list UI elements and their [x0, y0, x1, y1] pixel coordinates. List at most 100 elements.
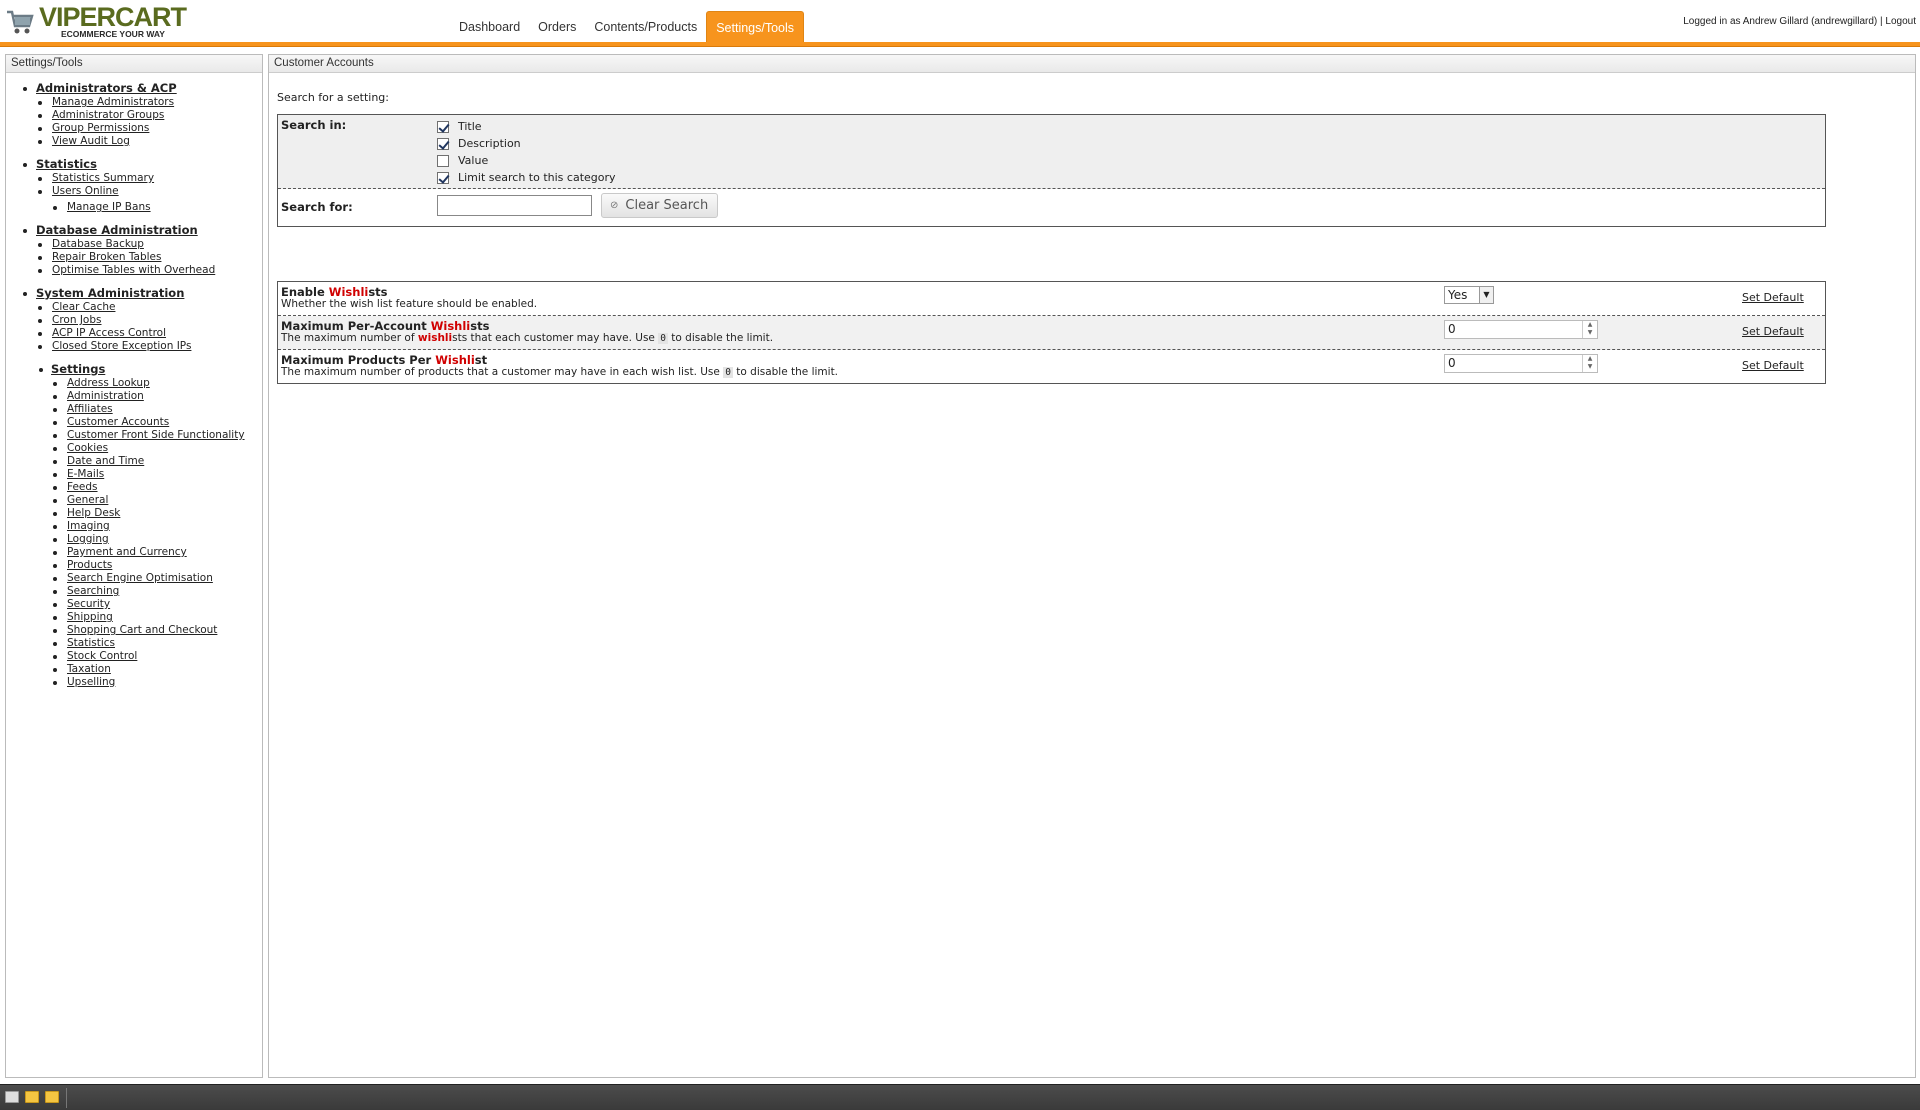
- checkbox-limit-category[interactable]: [437, 171, 449, 184]
- nav-contents-products[interactable]: Contents/Products: [585, 11, 706, 42]
- sidebar-panel: Settings/Tools Administrators & ACP Mana…: [5, 54, 263, 1078]
- settings-item-help-desk[interactable]: Help Desk: [6, 507, 262, 520]
- tree-item-database-backup[interactable]: Database Backup: [6, 238, 262, 251]
- grid-icon[interactable]: [5, 1091, 19, 1103]
- logged-in-as-text: Logged in as Andrew Gillard (andrewgilla…: [1683, 16, 1878, 27]
- search-prompt: Search for a setting:: [277, 91, 389, 104]
- settings-tree: Administrators & ACP Manage Administrato…: [6, 73, 262, 689]
- enable-wishlists-select[interactable]: Yes ▼: [1444, 286, 1494, 304]
- settings-category-list: Address Lookup Administration Affiliates…: [6, 377, 262, 689]
- option-limit-category-label: Limit search to this category: [458, 171, 616, 184]
- checkbox-description[interactable]: [437, 137, 449, 150]
- set-default-link[interactable]: Set Default: [1742, 359, 1804, 372]
- settings-item-logging[interactable]: Logging: [6, 533, 262, 546]
- folder-icon[interactable]: [25, 1091, 39, 1103]
- tree-section-settings: Settings Address Lookup Administration A…: [6, 362, 262, 689]
- folder-icon[interactable]: [45, 1091, 59, 1103]
- nav-settings-tools[interactable]: Settings/Tools: [706, 11, 805, 42]
- settings-item-taxation[interactable]: Taxation: [6, 663, 262, 676]
- settings-item-customer-front-side[interactable]: Customer Front Side Functionality: [6, 429, 262, 442]
- dropdown-arrow-icon[interactable]: ▼: [1479, 287, 1493, 303]
- vipercart-logo[interactable]: VIPERCART ECOMMERCE YOUR WAY: [5, 2, 195, 40]
- tree-item-view-audit-log[interactable]: View Audit Log: [6, 135, 262, 148]
- settings-item-stock-control[interactable]: Stock Control: [6, 650, 262, 663]
- option-title[interactable]: Title: [437, 118, 616, 135]
- option-limit-category[interactable]: Limit search to this category: [437, 169, 616, 186]
- tree-section-statistics: Statistics Statistics Summary Users Onli…: [6, 157, 262, 214]
- setting-description: The maximum number of products that a cu…: [281, 366, 839, 378]
- search-for-label: Search for:: [281, 200, 353, 214]
- search-input[interactable]: [437, 195, 592, 216]
- search-in-label: Search in:: [281, 118, 347, 132]
- setting-description: The maximum number of wishlists that eac…: [281, 332, 774, 344]
- settings-item-searching[interactable]: Searching: [6, 585, 262, 598]
- settings-item-address-lookup[interactable]: Address Lookup: [6, 377, 262, 390]
- tree-heading-settings[interactable]: Settings: [6, 362, 262, 377]
- settings-item-date-and-time[interactable]: Date and Time: [6, 455, 262, 468]
- max-products-input[interactable]: 0 ▲ ▼: [1444, 354, 1598, 373]
- tree-item-acp-ip-access-control[interactable]: ACP IP Access Control: [6, 327, 262, 340]
- option-description[interactable]: Description: [437, 135, 616, 152]
- nav-dashboard[interactable]: Dashboard: [450, 11, 529, 42]
- option-value-label: Value: [458, 154, 489, 167]
- checkbox-title[interactable]: [437, 120, 449, 133]
- tree-heading-system-administration[interactable]: System Administration: [6, 286, 262, 301]
- tree-item-closed-store-exception-ips[interactable]: Closed Store Exception IPs: [6, 340, 262, 353]
- nav-orders[interactable]: Orders: [529, 11, 585, 42]
- select-value: Yes: [1448, 288, 1468, 302]
- tree-heading-statistics[interactable]: Statistics: [6, 157, 262, 172]
- settings-item-upselling[interactable]: Upselling: [6, 676, 262, 689]
- tree-heading-database-administration[interactable]: Database Administration: [6, 223, 262, 238]
- option-value[interactable]: Value: [437, 152, 616, 169]
- code-zero: 0: [723, 367, 733, 378]
- set-default-link[interactable]: Set Default: [1742, 291, 1804, 304]
- tree-item-group-permissions[interactable]: Group Permissions: [6, 122, 262, 135]
- settings-item-shipping[interactable]: Shipping: [6, 611, 262, 624]
- page-title: Customer Accounts: [269, 55, 1915, 73]
- tree-item-administrator-groups[interactable]: Administrator Groups: [6, 109, 262, 122]
- max-wishlists-input[interactable]: 0 ▲ ▼: [1444, 320, 1598, 339]
- tree-heading-administrators[interactable]: Administrators & ACP: [6, 81, 262, 96]
- tree-item-manage-administrators[interactable]: Manage Administrators: [6, 96, 262, 109]
- login-info: Logged in as Andrew Gillard (andrewgilla…: [1683, 16, 1916, 27]
- tree-item-manage-ip-bans[interactable]: Manage IP Bans: [6, 201, 262, 214]
- settings-item-security[interactable]: Security: [6, 598, 262, 611]
- tree-item-users-online[interactable]: Users Online: [6, 185, 262, 198]
- settings-item-products[interactable]: Products: [6, 559, 262, 572]
- logout-link[interactable]: Logout: [1885, 16, 1916, 27]
- set-default-link[interactable]: Set Default: [1742, 325, 1804, 338]
- settings-table: Enable Wishlists Whether the wish list f…: [277, 281, 1826, 384]
- settings-item-administration[interactable]: Administration: [6, 390, 262, 403]
- tree-item-statistics-summary[interactable]: Statistics Summary: [6, 172, 262, 185]
- clear-search-button[interactable]: ⊘ Clear Search: [601, 193, 718, 218]
- checkbox-value[interactable]: [437, 154, 449, 167]
- spinner-arrows-icon[interactable]: ▲ ▼: [1582, 321, 1597, 338]
- settings-item-customer-accounts[interactable]: Customer Accounts: [6, 416, 262, 429]
- setting-row-enable-wishlists: Enable Wishlists Whether the wish list f…: [278, 282, 1825, 316]
- spinner-arrows-icon[interactable]: ▲ ▼: [1582, 355, 1597, 372]
- settings-item-affiliates[interactable]: Affiliates: [6, 403, 262, 416]
- cart-icon: [7, 10, 34, 34]
- tree-item-cron-jobs[interactable]: Cron Jobs: [6, 314, 262, 327]
- tree-item-optimise-tables[interactable]: Optimise Tables with Overhead: [6, 264, 262, 277]
- main-nav: Dashboard Orders Contents/Products Setti…: [450, 11, 805, 42]
- settings-item-cookies[interactable]: Cookies: [6, 442, 262, 455]
- setting-title: Maximum Products Per Wishlist: [281, 353, 488, 367]
- settings-item-imaging[interactable]: Imaging: [6, 520, 262, 533]
- tree-item-clear-cache[interactable]: Clear Cache: [6, 301, 262, 314]
- taskbar: [0, 1084, 1920, 1110]
- tree-item-repair-broken-tables[interactable]: Repair Broken Tables: [6, 251, 262, 264]
- settings-item-payment-and-currency[interactable]: Payment and Currency: [6, 546, 262, 559]
- main-panel: Customer Accounts Search for a setting: …: [268, 54, 1916, 1078]
- settings-item-feeds[interactable]: Feeds: [6, 481, 262, 494]
- settings-item-general[interactable]: General: [6, 494, 262, 507]
- settings-item-seo[interactable]: Search Engine Optimisation: [6, 572, 262, 585]
- logo-text: VIPERCART: [39, 2, 187, 32]
- settings-item-e-mails[interactable]: E-Mails: [6, 468, 262, 481]
- option-description-label: Description: [458, 137, 521, 150]
- settings-item-statistics[interactable]: Statistics: [6, 637, 262, 650]
- settings-item-shopping-cart[interactable]: Shopping Cart and Checkout: [6, 624, 262, 637]
- tree-section-database: Database Administration Database Backup …: [6, 223, 262, 277]
- clear-icon: ⊘: [610, 200, 619, 211]
- clear-search-label: Clear Search: [625, 198, 709, 213]
